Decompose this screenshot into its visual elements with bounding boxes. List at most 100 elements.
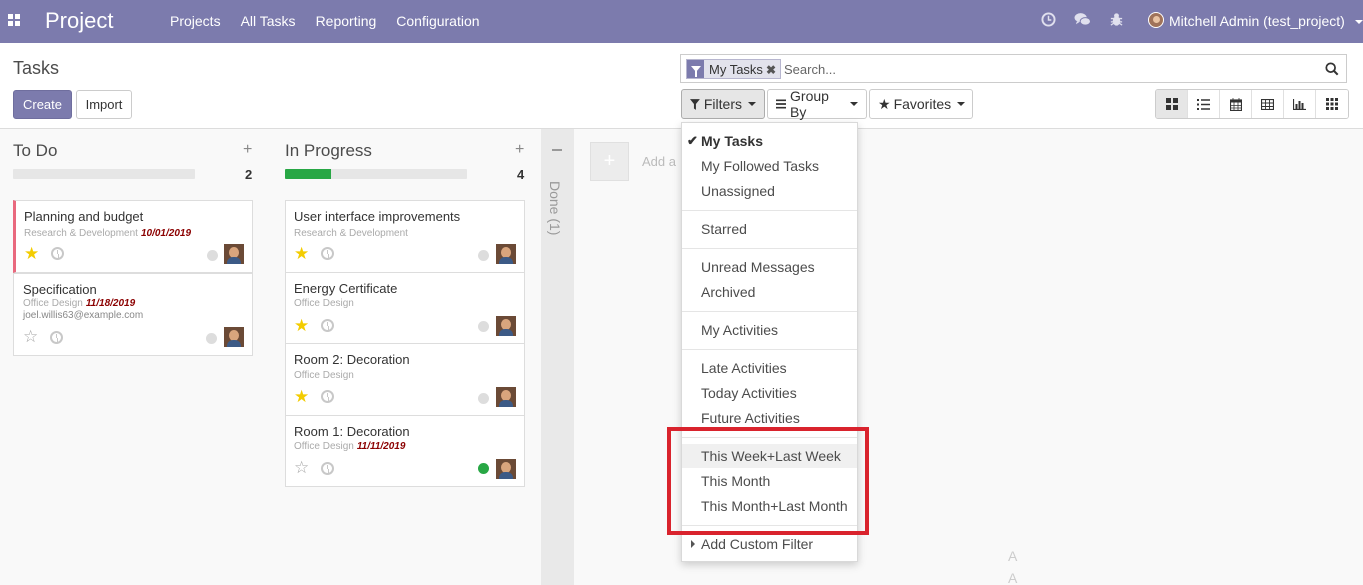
search-input[interactable] <box>784 60 1284 78</box>
avatar[interactable] <box>224 327 244 347</box>
filter-item-late-activities[interactable]: Late Activities <box>682 356 857 380</box>
add-custom-filter[interactable]: Add Custom Filter <box>682 532 857 556</box>
clock-icon[interactable] <box>50 331 63 344</box>
card-title: Specification <box>23 282 97 297</box>
filters-button[interactable]: Filters <box>681 89 765 119</box>
bug-icon[interactable] <box>1108 12 1124 28</box>
calendar-view-icon[interactable] <box>1220 90 1252 118</box>
add-quick-create-icon[interactable]: + <box>515 141 524 159</box>
filter-item-starred[interactable]: Starred <box>682 217 857 241</box>
group-by-label: Group By <box>790 88 829 120</box>
card-project: Office Design <box>294 370 354 381</box>
star-icon[interactable]: ★ <box>294 317 310 334</box>
chat-icon[interactable] <box>1074 12 1091 28</box>
user-avatar[interactable] <box>1148 12 1164 28</box>
app-brand[interactable]: Project <box>45 8 113 34</box>
status-dot[interactable] <box>478 463 489 474</box>
chevron-down-icon <box>1354 20 1363 25</box>
status-dot[interactable] <box>207 250 218 261</box>
menu-projects[interactable]: Projects <box>170 13 221 29</box>
apps-menu-icon[interactable] <box>8 14 20 26</box>
add-column-button[interactable]: + <box>590 142 629 181</box>
list-view-icon[interactable] <box>1188 90 1220 118</box>
star-icon[interactable]: ☆ <box>23 328 39 345</box>
menu-reporting[interactable]: Reporting <box>316 13 377 29</box>
search-bar[interactable]: My Tasks ✖ <box>680 54 1347 83</box>
kanban-card[interactable]: Planning and budget Research & Developme… <box>13 200 253 273</box>
card-deadline: 11/11/2019 <box>356 441 406 452</box>
breadcrumb-title: Tasks <box>13 58 60 78</box>
avatar[interactable] <box>496 244 516 264</box>
clock-icon[interactable] <box>321 319 334 332</box>
add-column-label[interactable]: Add a <box>642 154 676 169</box>
star-icon[interactable]: ★ <box>294 245 310 262</box>
kanban-view-icon[interactable] <box>1156 90 1188 118</box>
search-facet: My Tasks ✖ <box>686 59 781 79</box>
card-title: Planning and budget <box>24 209 144 224</box>
filter-item-unassigned[interactable]: Unassigned <box>682 179 857 203</box>
background-text: A <box>1008 548 1018 564</box>
folded-column-done[interactable]: Done (1) <box>541 129 574 585</box>
star-icon[interactable]: ★ <box>294 388 310 405</box>
card-title: User interface improvements <box>294 209 461 224</box>
chevron-down-icon <box>748 102 756 106</box>
filter-item-today-activities[interactable]: Today Activities <box>682 381 857 405</box>
kanban-card[interactable]: Specification Office Design 11/18/2019 jo… <box>13 273 253 356</box>
avatar[interactable] <box>496 316 516 336</box>
status-dot[interactable] <box>478 321 489 332</box>
clock-icon[interactable] <box>321 390 334 403</box>
filter-item-my-tasks[interactable]: ✔ My Tasks <box>682 129 857 153</box>
create-button[interactable]: Create <box>13 90 72 119</box>
user-menu[interactable]: Mitchell Admin (test_project) <box>1169 13 1363 29</box>
column-title-todo: To Do <box>13 141 58 160</box>
filter-item-my-followed-tasks[interactable]: My Followed Tasks <box>682 154 857 178</box>
star-icon[interactable]: ☆ <box>294 459 310 476</box>
menu-divider <box>682 311 857 312</box>
clock-icon[interactable] <box>321 247 334 260</box>
list-icon <box>776 99 787 109</box>
favorites-button[interactable]: ★ Favorites <box>869 89 973 119</box>
graph-view-icon[interactable] <box>1284 90 1316 118</box>
kanban-card[interactable]: Room 1: Decoration Office Design 11/11/20… <box>285 415 525 487</box>
kanban-card[interactable]: Room 2: Decoration Office Design ★ <box>285 343 525 416</box>
avatar[interactable] <box>496 459 516 479</box>
card-title: Energy Certificate <box>294 281 398 296</box>
caret-right-icon <box>691 540 695 548</box>
menu-configuration[interactable]: Configuration <box>396 13 479 29</box>
card-project: Office Design 11/11/2019 <box>294 441 406 452</box>
status-dot[interactable] <box>206 333 217 344</box>
card-title: Room 1: Decoration <box>294 424 410 439</box>
card-email: joel.willis63@example.com <box>23 310 144 321</box>
status-dot[interactable] <box>478 393 489 404</box>
card-deadline: 10/01/2019 <box>140 228 192 239</box>
kanban-card[interactable]: User interface improvements Research & D… <box>285 200 525 273</box>
avatar[interactable] <box>224 244 244 264</box>
top-navbar: Project Projects All Tasks Reporting Con… <box>0 0 1363 43</box>
user-name: Mitchell Admin (test_project) <box>1169 13 1345 29</box>
status-dot[interactable] <box>478 250 489 261</box>
star-icon[interactable]: ★ <box>24 245 40 262</box>
add-quick-create-icon[interactable]: + <box>243 141 252 159</box>
menu-divider <box>682 210 857 211</box>
column-progress-bar[interactable] <box>285 169 467 179</box>
filter-item-unread-messages[interactable]: Unread Messages <box>682 255 857 279</box>
kanban-card[interactable]: Energy Certificate Office Design ★ <box>285 272 525 344</box>
clock-icon[interactable] <box>51 247 64 260</box>
fold-icon[interactable] <box>552 149 562 151</box>
filter-item-my-activities[interactable]: My Activities <box>682 318 857 342</box>
column-progress-bar[interactable] <box>13 169 195 179</box>
clock-icon[interactable] <box>321 462 334 475</box>
folded-column-label: Done (1) <box>547 181 563 236</box>
filters-label: Filters <box>703 96 742 112</box>
pivot-view-icon[interactable] <box>1252 90 1284 118</box>
group-by-button[interactable]: Group By <box>767 88 867 120</box>
avatar[interactable] <box>496 387 516 407</box>
menu-all-tasks[interactable]: All Tasks <box>241 13 296 29</box>
grid-view-icon[interactable] <box>1316 90 1348 118</box>
chevron-down-icon <box>850 102 858 106</box>
search-icon[interactable] <box>1325 62 1339 76</box>
import-button[interactable]: Import <box>76 90 132 119</box>
filter-item-archived[interactable]: Archived <box>682 280 857 304</box>
close-icon[interactable]: ✖ <box>766 63 776 77</box>
clock-icon[interactable] <box>1040 12 1056 28</box>
